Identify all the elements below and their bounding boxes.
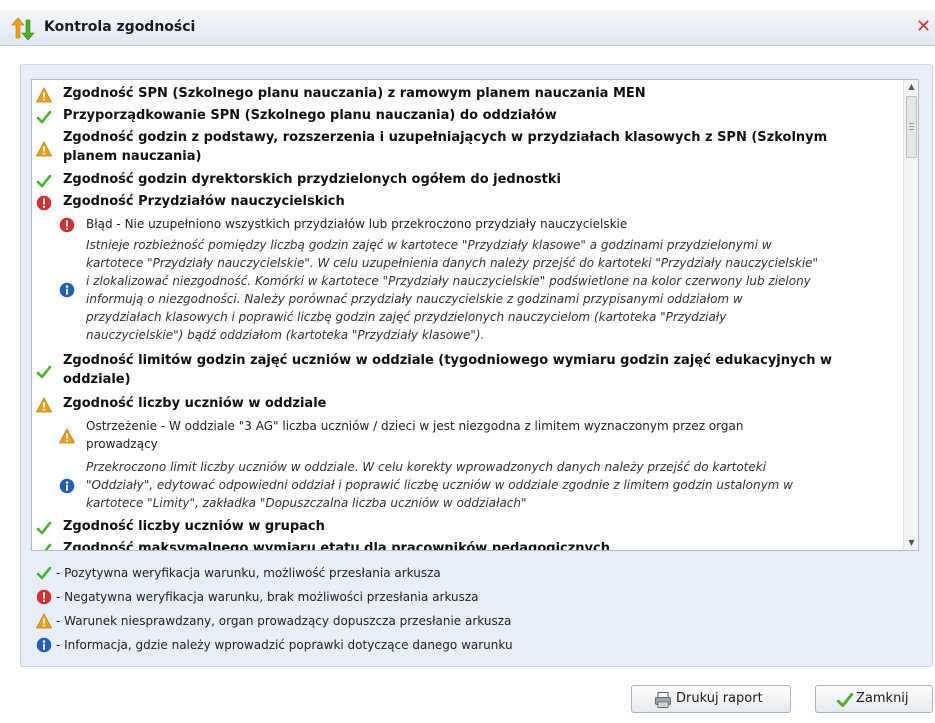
check-detail-warning: Ostrzeżenie - W oddziale "3 AG" liczba u…: [32, 416, 904, 456]
info-line: Przekroczono limit liczby uczniów w oddz…: [86, 460, 767, 474]
checkmark-icon: [36, 109, 52, 125]
checkmark-icon: [36, 520, 52, 536]
info-line: nauczycielskie") bądź oddziałom (kartote…: [86, 328, 485, 342]
check-detail-error: Błąd - Nie uzupełniono wszystkich przydz…: [32, 213, 904, 235]
warning-icon: [36, 613, 52, 629]
check-detail-info: Istnieje rozbieżność pomiędzy liczbą god…: [32, 236, 904, 348]
check-item: Zgodność godzin z podstawy, rozszerzenia…: [32, 127, 904, 169]
legend-text: - Informacja, gdzie należy wprowadzić po…: [56, 638, 513, 652]
close-button[interactable]: Zamknij: [815, 685, 933, 713]
check-results-list[interactable]: Zgodność SPN (Szkolnego planu nauczania)…: [31, 79, 919, 551]
close-icon[interactable]: ✕: [916, 18, 931, 36]
check-item: Zgodność limitów godzin zajęć uczniów w …: [32, 350, 904, 392]
check-title-line: Zgodność limitów godzin zajęć uczniów w …: [63, 353, 832, 368]
info-line: informują o niezgodności. Należy porówna…: [86, 292, 743, 306]
warning-icon: [36, 141, 52, 157]
check-item: Zgodność SPN (Szkolnego planu nauczania)…: [32, 83, 904, 105]
legend-text: - Negatywna weryfikacja warunku, brak mo…: [56, 590, 479, 604]
check-title: Zgodność liczby uczniów w grupach: [63, 519, 325, 534]
info-line: i zlokalizować niezgodność. Komórki w ka…: [86, 274, 811, 288]
checkmark-icon: [836, 691, 854, 709]
error-icon: [36, 195, 52, 211]
check-item: Przyporządkowanie SPN (Szkolnego planu n…: [32, 105, 904, 127]
sync-arrows-icon: [11, 17, 35, 41]
check-item: Zgodność liczby uczniów w grupach: [32, 516, 904, 538]
check-title: Zgodność maksymalnego wymiaru etatu dla …: [63, 541, 610, 551]
info-line: kartotece "Przydziały nauczycielskie". W…: [86, 256, 819, 270]
check-item: Zgodność godzin dyrektorskich przydzielo…: [32, 169, 904, 191]
info-line: Istnieje rozbieżność pomiędzy liczbą god…: [86, 238, 772, 252]
check-detail-info: Przekroczono limit liczby uczniów w oddz…: [32, 458, 904, 514]
info-line: "Oddziały", edytować odpowiedni oddział …: [86, 478, 793, 492]
checkmark-icon: [36, 565, 52, 581]
warning-icon: [36, 87, 52, 103]
check-title-line: planem nauczania): [63, 149, 202, 164]
check-title-line: Zgodność godzin z podstawy, rozszerzenia…: [63, 130, 828, 145]
checkmark-icon: [36, 173, 52, 189]
info-icon: [59, 478, 75, 494]
check-title-line: oddziale): [63, 372, 131, 387]
scroll-up-arrow-icon[interactable]: ▲: [904, 80, 918, 94]
printer-icon: [655, 692, 671, 708]
info-icon: [36, 637, 52, 653]
scrollbar-thumb[interactable]: [906, 96, 917, 158]
warning-icon: [59, 428, 75, 444]
checkmark-icon: [36, 542, 52, 551]
scroll-down-arrow-icon[interactable]: ▼: [904, 536, 918, 550]
warning-message-line: prowadzący: [86, 437, 158, 451]
print-report-button[interactable]: Drukuj raport: [631, 685, 791, 713]
check-item: Zgodność liczby uczniów w oddziale: [32, 393, 904, 415]
legend-text: - Pozytywna weryfikacja warunku, możliwo…: [56, 566, 441, 580]
check-item: Zgodność maksymalnego wymiaru etatu dla …: [32, 538, 904, 551]
vertical-scrollbar[interactable]: ▲ ▼: [903, 80, 918, 550]
info-line: kartotece "Limity", zakładka "Dopuszczal…: [86, 496, 527, 510]
error-message: Błąd - Nie uzupełniono wszystkich przydz…: [86, 217, 628, 231]
check-title: Zgodność godzin dyrektorskich przydzielo…: [63, 172, 561, 187]
error-icon: [59, 217, 75, 233]
check-title: Zgodność liczby uczniów w oddziale: [63, 396, 327, 411]
warning-message-line: Ostrzeżenie - W oddziale "3 AG" liczba u…: [86, 419, 744, 433]
check-title: Zgodność SPN (Szkolnego planu nauczania)…: [63, 86, 646, 101]
check-title: Zgodność Przydziałów nauczycielskich: [63, 194, 345, 209]
info-line: przydziałach klasowych i poprawić liczbę…: [86, 310, 727, 324]
info-icon: [59, 282, 75, 298]
dialog-title: Kontrola zgodności: [44, 19, 196, 35]
legend-text: - Warunek niesprawdzany, organ prowadząc…: [56, 614, 512, 628]
close-label: Zamknij: [856, 691, 909, 706]
dialog-titlebar: Kontrola zgodności ✕: [0, 10, 935, 46]
error-icon: [36, 589, 52, 605]
check-title: Przyporządkowanie SPN (Szkolnego planu n…: [63, 108, 557, 123]
check-item: Zgodność Przydziałów nauczycielskich: [32, 191, 904, 213]
print-report-label: Drukuj raport: [676, 691, 763, 706]
checkmark-icon: [36, 364, 52, 380]
warning-icon: [36, 397, 52, 413]
